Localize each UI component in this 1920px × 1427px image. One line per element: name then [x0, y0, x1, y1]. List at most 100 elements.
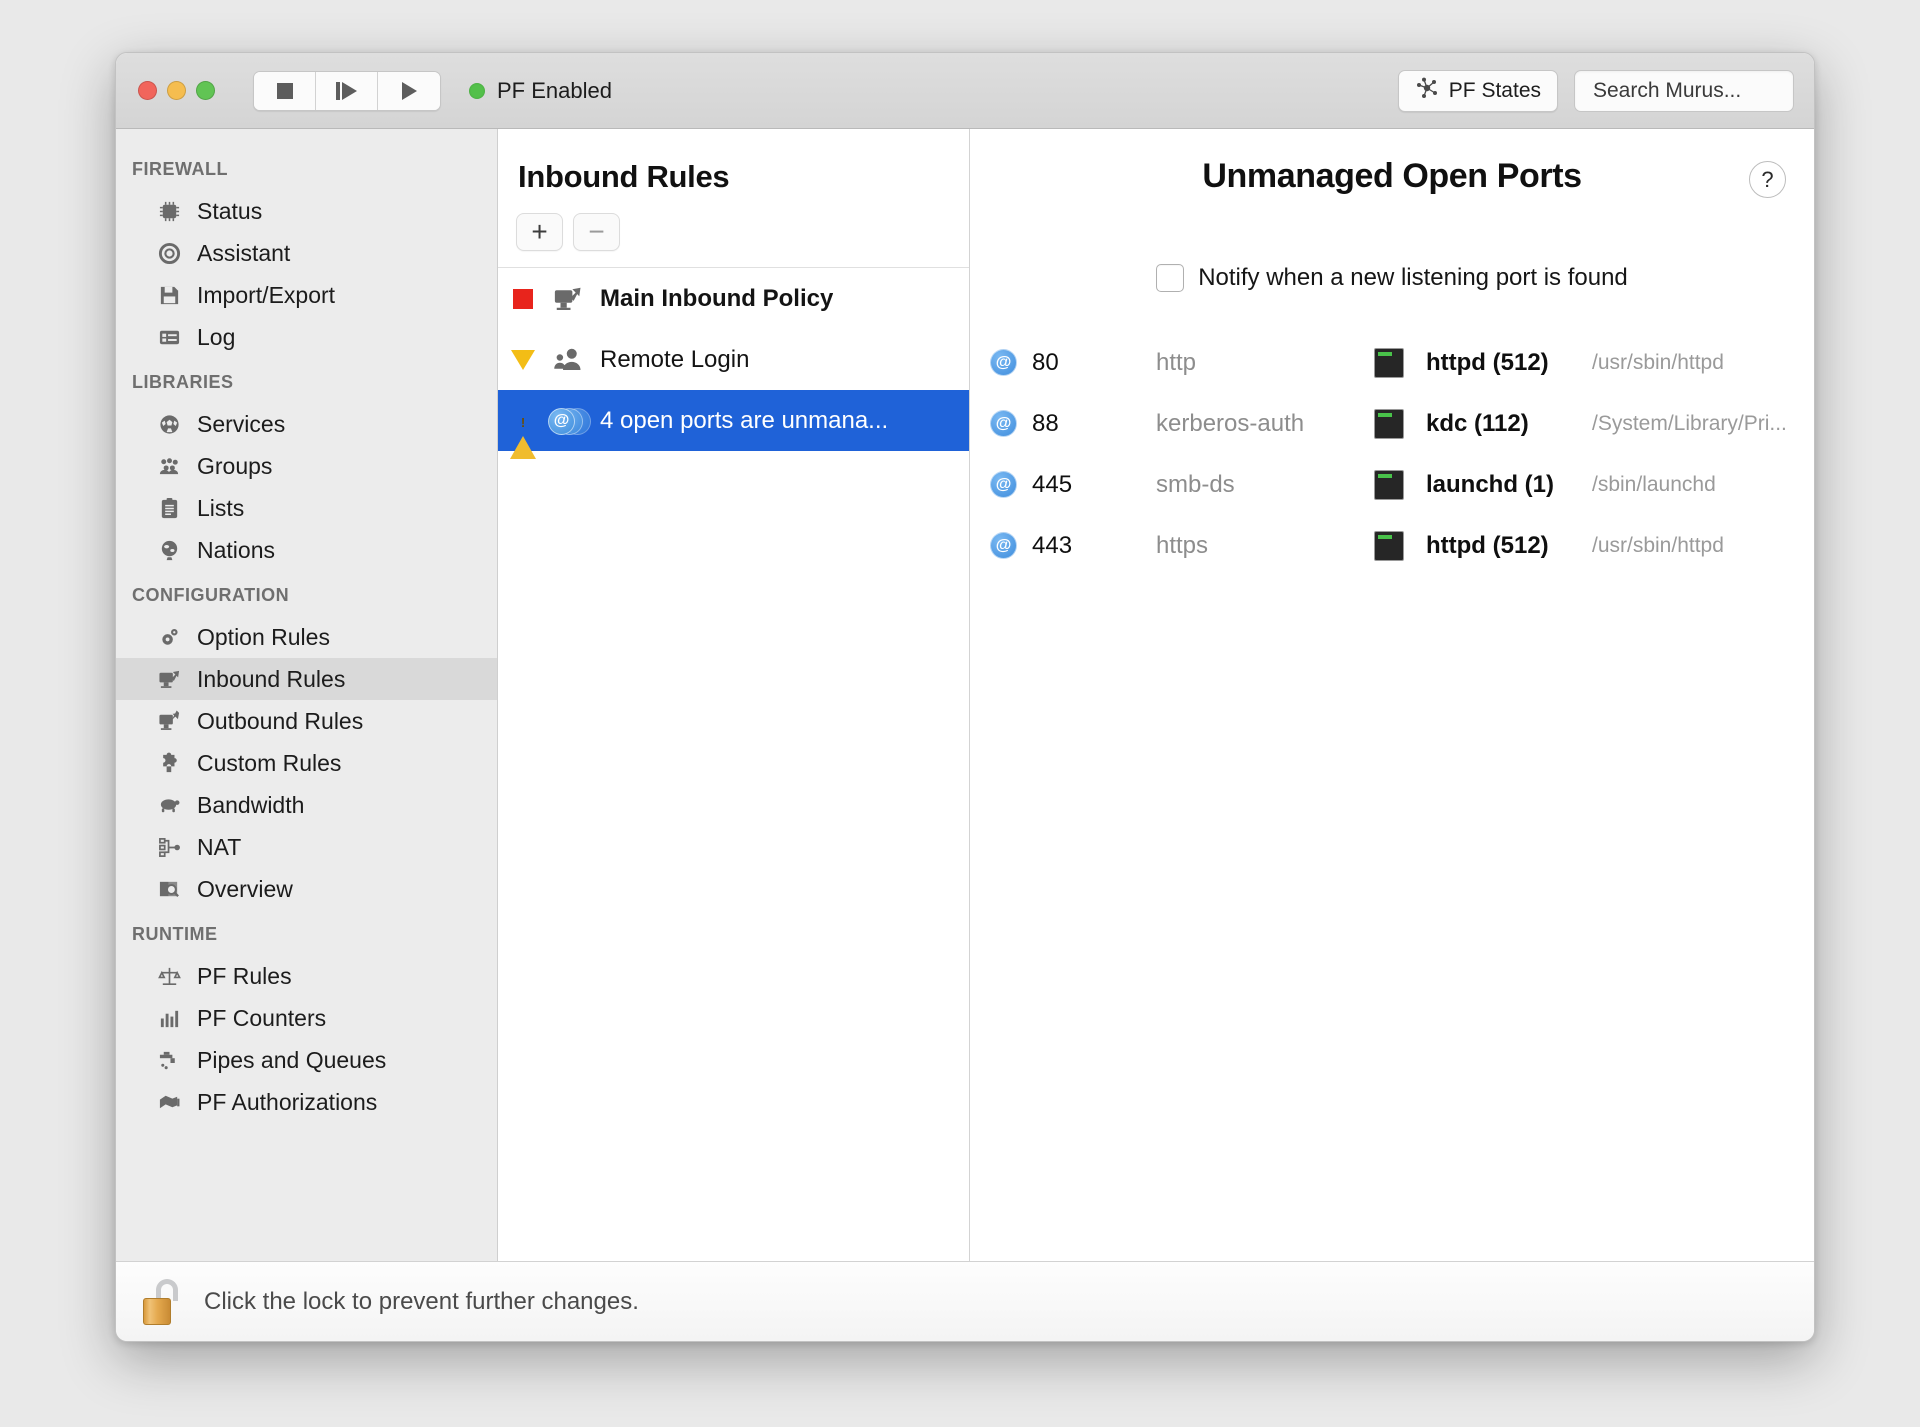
- sidebar-item-import-export[interactable]: Import/Export: [116, 274, 497, 316]
- unlocked-padlock-icon[interactable]: [142, 1278, 182, 1325]
- lifering-icon: [156, 240, 183, 267]
- at-icon: @: [990, 349, 1032, 376]
- close-button[interactable]: [138, 81, 157, 100]
- table-row[interactable]: @ 80 http httpd (512) /usr/sbin/httpd: [990, 332, 1786, 393]
- sidebar-item-inbound-rules[interactable]: Inbound Rules: [116, 658, 497, 700]
- terminal-icon: [1374, 469, 1426, 500]
- port-number: 88: [1032, 409, 1059, 437]
- clipboard-icon: [156, 495, 183, 522]
- search-placeholder: Search Murus...: [1593, 78, 1742, 102]
- play-icon: [401, 81, 417, 100]
- ports-table: @ 80 http httpd (512) /usr/sbin/httpd @ …: [970, 332, 1814, 576]
- search-input[interactable]: Search Murus...: [1574, 69, 1794, 112]
- minimize-button[interactable]: [167, 81, 186, 100]
- rule-list: Main Inbound Policy Remote Login ! @ 4 o…: [498, 267, 969, 459]
- port-number: 445: [1032, 470, 1073, 498]
- service-name: http: [1156, 348, 1197, 376]
- terminal-icon: [1374, 530, 1426, 561]
- rule-label: 4 open ports are unmana...: [600, 406, 889, 434]
- pf-status: PF Enabled: [469, 78, 612, 104]
- process-path: /System/Library/Pri...: [1592, 411, 1787, 435]
- sidebar-section-libraries: LIBRARIES: [132, 372, 234, 392]
- sidebar-item-services[interactable]: Services: [116, 403, 497, 445]
- at-icon: @: [990, 471, 1032, 498]
- sidebar-item-pf-authorizations[interactable]: PF Authorizations: [116, 1081, 497, 1123]
- step-icon: [336, 81, 357, 100]
- at-icon: @: [990, 532, 1032, 559]
- table-row[interactable]: Main Inbound Policy: [498, 268, 969, 329]
- sidebar-item-overview[interactable]: Overview: [116, 868, 497, 910]
- sidebar-item-nations[interactable]: Nations: [116, 529, 497, 571]
- zoom-button[interactable]: [196, 81, 215, 100]
- sidebar: FIREWALL Status Assistant Import/Export: [116, 129, 498, 1261]
- sidebar-item-label: Pipes and Queues: [197, 1046, 387, 1073]
- rule-toolbar: + −: [498, 195, 969, 267]
- pf-states-label: PF States: [1448, 78, 1541, 102]
- help-button[interactable]: ?: [1749, 161, 1786, 198]
- sidebar-item-custom-rules[interactable]: Custom Rules: [116, 742, 497, 784]
- titlebar: PF Enabled PF States Search Murus...: [116, 53, 1814, 129]
- table-row[interactable]: Remote Login: [498, 329, 969, 390]
- sidebar-item-pf-counters[interactable]: PF Counters: [116, 997, 497, 1039]
- sidebar-item-label: NAT: [197, 833, 242, 860]
- process-name: httpd (512): [1426, 348, 1549, 376]
- stop-button[interactable]: [254, 71, 316, 110]
- notify-row[interactable]: Notify when a new listening port is foun…: [970, 264, 1814, 292]
- sidebar-item-option-rules[interactable]: Option Rules: [116, 616, 497, 658]
- sidebar-item-log[interactable]: Log: [116, 316, 497, 358]
- sidebar-item-label: Import/Export: [197, 281, 336, 308]
- page-title: Unmanaged Open Ports: [1202, 157, 1582, 195]
- faucet-icon: [156, 1047, 183, 1074]
- inbound-arrow-icon: [156, 666, 183, 693]
- network-tree-icon: [156, 834, 183, 861]
- sidebar-item-status[interactable]: Status: [116, 190, 497, 232]
- sidebar-item-pf-rules[interactable]: PF Rules: [116, 955, 497, 997]
- table-row[interactable]: @ 443 https httpd (512) /usr/sbin/httpd: [990, 515, 1786, 576]
- sidebar-item-groups[interactable]: Groups: [116, 445, 497, 487]
- outbound-arrow-icon: [156, 708, 183, 735]
- table-row[interactable]: @ 445 smb-ds launchd (1) /sbin/launchd: [990, 454, 1786, 515]
- sidebar-item-label: Services: [197, 410, 286, 437]
- window-body: FIREWALL Status Assistant Import/Export: [116, 129, 1814, 1261]
- sidebar-item-outbound-rules[interactable]: Outbound Rules: [116, 700, 497, 742]
- remove-rule-button[interactable]: −: [573, 213, 620, 251]
- terminal-icon: [1374, 408, 1426, 439]
- process-name: launchd (1): [1426, 470, 1555, 498]
- at-stack-icon: @: [548, 406, 591, 436]
- traffic-lights: [138, 81, 215, 100]
- table-row[interactable]: @ 88 kerberos-auth kdc (112) /System/Lib…: [990, 393, 1787, 454]
- app-window: PF Enabled PF States Search Murus... FIR…: [115, 52, 1815, 1342]
- globe-icon: [156, 537, 183, 564]
- sidebar-item-nat[interactable]: NAT: [116, 826, 497, 868]
- sidebar-item-label: Status: [197, 197, 263, 224]
- scales-icon: [156, 963, 183, 990]
- at-icon: @: [990, 410, 1032, 437]
- titlebar-right: PF States Search Murus...: [1397, 69, 1794, 112]
- yellow-triangle-marker: [510, 349, 536, 370]
- inbound-rules-panel: Inbound Rules + − Main Inbound Policy Re…: [498, 129, 970, 1261]
- puzzle-icon: [156, 750, 183, 777]
- gears-icon: [156, 624, 183, 651]
- notify-checkbox[interactable]: [1156, 264, 1185, 292]
- add-rule-button[interactable]: +: [516, 213, 563, 251]
- port-number: 80: [1032, 348, 1059, 376]
- pf-states-button[interactable]: PF States: [1397, 69, 1558, 112]
- lock-hint-label: Click the lock to prevent further change…: [204, 1287, 639, 1315]
- sidebar-item-label: Log: [197, 323, 236, 350]
- sidebar-item-bandwidth[interactable]: Bandwidth: [116, 784, 497, 826]
- sidebar-item-lists[interactable]: Lists: [116, 487, 497, 529]
- sidebar-item-label: Lists: [197, 494, 245, 521]
- play-button[interactable]: [378, 71, 440, 110]
- sidebar-item-label: Overview: [197, 875, 293, 902]
- port-number: 443: [1032, 531, 1073, 559]
- step-button[interactable]: [316, 71, 378, 110]
- floppy-icon: [156, 282, 183, 309]
- sidebar-item-label: Nations: [197, 536, 275, 563]
- sidebar-section-configuration: CONFIGURATION: [132, 585, 290, 605]
- warning-triangle-marker: !: [510, 409, 536, 459]
- sidebar-item-pipes-queues[interactable]: Pipes and Queues: [116, 1039, 497, 1081]
- table-row[interactable]: ! @ 4 open ports are unmana...: [498, 390, 969, 459]
- panel-title: Inbound Rules: [518, 159, 730, 194]
- sidebar-section-firewall: FIREWALL: [132, 159, 228, 179]
- sidebar-item-assistant[interactable]: Assistant: [116, 232, 497, 274]
